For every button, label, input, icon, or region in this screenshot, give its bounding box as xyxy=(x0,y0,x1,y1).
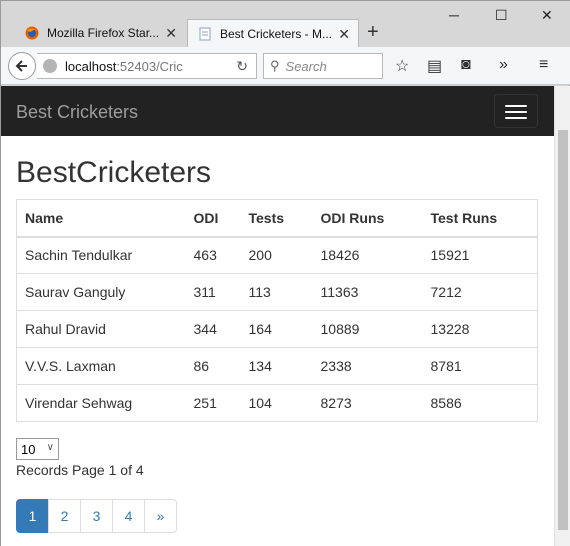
url-path: :52403/Cric xyxy=(116,58,183,74)
globe-icon xyxy=(43,59,57,73)
cell-tests: 113 xyxy=(240,273,313,311)
search-input[interactable]: ⚲ Search xyxy=(263,53,383,79)
page-link-2[interactable]: 2 xyxy=(48,499,81,533)
cell-odi: 251 xyxy=(185,384,241,422)
page-size-value: 10 xyxy=(21,441,36,457)
navbar-brand[interactable]: Best Cricketers xyxy=(16,102,138,123)
page-content: Best Cricketers BestCricketers Name ODI … xyxy=(1,86,554,546)
tab-best-cricketers[interactable]: Best Cricketers - M... ✕ xyxy=(187,19,359,48)
close-window-icon[interactable]: ✕ xyxy=(541,7,553,24)
cell-test-runs: 13228 xyxy=(422,310,538,348)
browser-window: Mozilla Firefox Star... ✕ Best Cricketer… xyxy=(0,0,570,546)
pagination: 1 2 3 4 » xyxy=(16,499,177,533)
chevron-down-icon: ∨ xyxy=(46,442,54,453)
minimize-icon[interactable]: ─ xyxy=(449,7,459,23)
page-size-select[interactable]: 10 ∨ xyxy=(16,438,59,460)
firefox-icon xyxy=(25,26,39,40)
search-icon: ⚲ xyxy=(270,58,280,73)
cell-odi-runs: 8273 xyxy=(312,384,423,422)
cell-tests: 104 xyxy=(240,384,313,422)
scrollbar-thumb[interactable] xyxy=(558,130,568,530)
bookmark-star-icon[interactable]: ☆ xyxy=(395,56,409,76)
url-bar[interactable]: localhost :52403/Cric ↻ xyxy=(37,53,257,79)
cell-name: Virendar Sehwag xyxy=(16,384,186,422)
hamburger-menu-icon[interactable]: ≡ xyxy=(539,56,548,74)
close-tab-icon[interactable]: ✕ xyxy=(165,25,177,42)
cell-test-runs: 8781 xyxy=(422,347,538,385)
cell-odi-runs: 10889 xyxy=(312,310,423,348)
page-link-3[interactable]: 3 xyxy=(80,499,113,533)
cricketers-table: Name ODI Tests ODI Runs Test Runs Sachin… xyxy=(16,199,538,422)
cell-odi: 463 xyxy=(185,236,241,274)
cell-odi-runs: 18426 xyxy=(312,236,423,274)
search-placeholder: Search xyxy=(285,58,327,74)
cell-name: Sachin Tendulkar xyxy=(16,236,186,274)
cell-odi-runs: 2338 xyxy=(312,347,423,385)
cell-test-runs: 8586 xyxy=(422,384,538,422)
column-header-odi-runs: ODI Runs xyxy=(312,199,423,238)
table-row: Virendar Sehwag 251 104 8273 8586 xyxy=(16,384,538,422)
page-icon xyxy=(199,27,211,41)
cell-name: Saurav Ganguly xyxy=(16,273,186,311)
back-button[interactable] xyxy=(8,52,36,80)
table-row: Saurav Ganguly 311 113 11363 7212 xyxy=(16,273,538,311)
navbar-toggle-button[interactable] xyxy=(494,94,538,128)
column-header-odi: ODI xyxy=(185,199,241,238)
cell-tests: 164 xyxy=(240,310,313,348)
cell-tests: 200 xyxy=(240,236,313,274)
tab-label: Best Cricketers - M... xyxy=(220,27,333,41)
tab-label: Mozilla Firefox Star... xyxy=(47,26,160,40)
hamburger-bar-icon xyxy=(505,105,527,107)
url-host: localhost xyxy=(65,58,117,74)
reload-icon[interactable]: ↻ xyxy=(236,58,248,75)
page-link-4[interactable]: 4 xyxy=(112,499,145,533)
column-header-name: Name xyxy=(16,199,186,238)
maximize-icon[interactable]: ☐ xyxy=(495,7,508,24)
column-header-test-runs: Test Runs xyxy=(422,199,538,238)
plus-icon[interactable]: + xyxy=(367,21,379,44)
cell-odi-runs: 11363 xyxy=(312,273,423,311)
cell-test-runs: 15921 xyxy=(422,236,538,274)
browser-toolbar: localhost :52403/Cric ↻ ⚲ Search ☆ ▤ ◙ »… xyxy=(1,47,570,85)
vertical-scrollbar[interactable] xyxy=(554,86,570,546)
cell-odi: 344 xyxy=(185,310,241,348)
cell-name: V.V.S. Laxman xyxy=(16,347,186,385)
table-row: Sachin Tendulkar 463 200 18426 15921 xyxy=(16,236,538,274)
navbar: Best Cricketers xyxy=(1,86,554,136)
overflow-chevron-icon[interactable]: » xyxy=(499,56,508,74)
cell-odi: 86 xyxy=(185,347,241,385)
records-page-info: Records Page 1 of 4 xyxy=(16,462,144,478)
cell-name: Rahul Dravid xyxy=(16,310,186,348)
cell-odi: 311 xyxy=(185,273,241,311)
back-arrow-icon xyxy=(15,60,27,72)
table-header-row: Name ODI Tests ODI Runs Test Runs xyxy=(16,199,538,238)
reading-list-icon[interactable]: ▤ xyxy=(427,56,442,76)
page-link-1[interactable]: 1 xyxy=(16,499,49,533)
hamburger-bar-icon xyxy=(505,111,527,113)
column-header-tests: Tests xyxy=(240,199,313,238)
close-tab-icon[interactable]: ✕ xyxy=(338,26,350,43)
page-link-next[interactable]: » xyxy=(144,499,177,533)
page-title: BestCricketers xyxy=(16,156,212,189)
cell-test-runs: 7212 xyxy=(422,273,538,311)
table-row: Rahul Dravid 344 164 10889 13228 xyxy=(16,310,538,348)
table-row: V.V.S. Laxman 86 134 2338 8781 xyxy=(16,347,538,385)
cell-tests: 134 xyxy=(240,347,313,385)
tab-strip: Mozilla Firefox Star... ✕ Best Cricketer… xyxy=(1,1,570,48)
hamburger-bar-icon xyxy=(505,117,527,119)
tab-firefox-start[interactable]: Mozilla Firefox Star... ✕ xyxy=(17,19,185,47)
pocket-icon[interactable]: ◙ xyxy=(461,56,471,74)
